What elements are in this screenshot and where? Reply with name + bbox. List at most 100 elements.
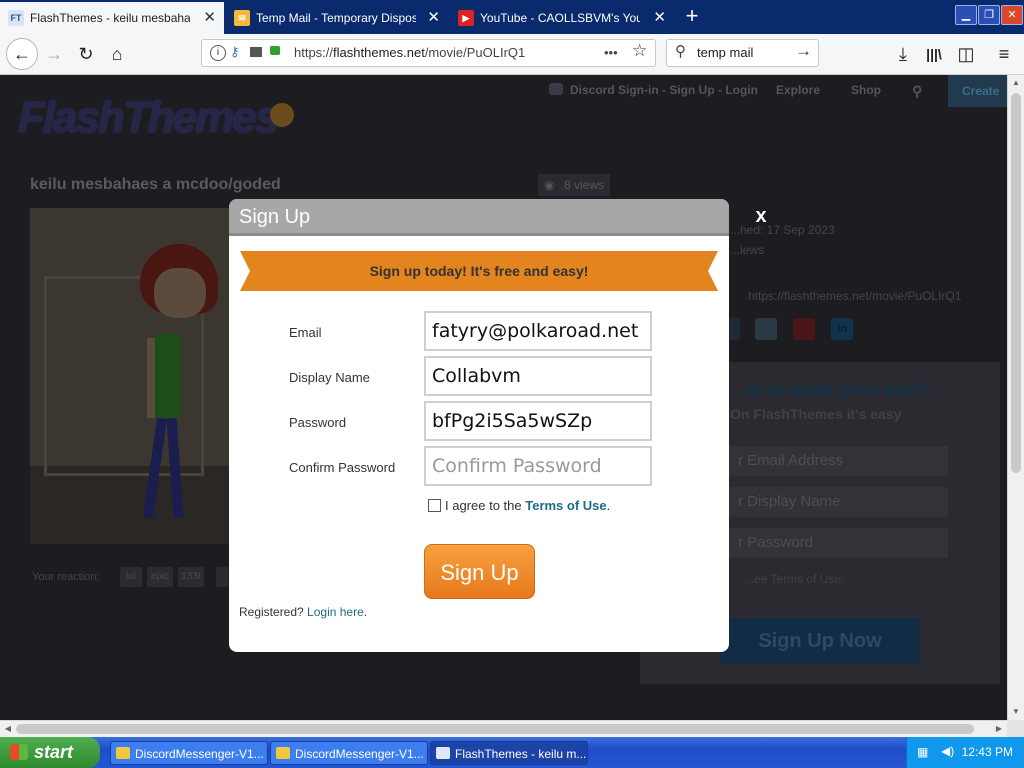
scroll-left-icon[interactable]: ◀ [0, 721, 16, 737]
reddit-icon[interactable] [755, 318, 777, 340]
tab-youtube[interactable]: ▶ YouTube - CAOLLSBVM's YouTube ✕ [450, 2, 674, 34]
linkedin-icon[interactable]: in [831, 318, 853, 340]
password-field[interactable]: bfPg2i5Sa5wSZp [424, 401, 652, 441]
tab-flashthemes[interactable]: FT FlashThemes - keilu mesbahaes a ✕ [0, 2, 224, 34]
tab-tempmail[interactable]: ✉ Temp Mail - Temporary Disposable ✕ [226, 2, 448, 34]
reaction-lol-button[interactable]: lol [120, 567, 142, 587]
agree-prefix: I agree to the [445, 498, 526, 513]
close-tab-icon[interactable]: ✕ [203, 2, 216, 34]
taskbar-item-label: DiscordMessenger-V1... [295, 747, 424, 761]
taskbar-item-label: FlashThemes - keilu m... [455, 747, 587, 761]
close-tab-icon[interactable]: ✕ [653, 2, 666, 34]
url-path: /movie/PuOLIrQ1 [424, 45, 526, 60]
search-box[interactable]: ⚲ temp mail → [666, 39, 819, 67]
modal-title: Sign Up [239, 206, 311, 228]
discord-sign-in-link[interactable]: Discord Sign-in - Sign Up - Login [570, 83, 758, 97]
terms-checkbox[interactable] [428, 499, 441, 512]
forward-arrow-icon: → [45, 44, 63, 64]
search-icon: ⚲ [675, 43, 686, 60]
tab-bar: FT FlashThemes - keilu mesbahaes a ✕ ✉ T… [0, 0, 1024, 34]
close-window-button[interactable]: ✕ [1001, 5, 1023, 25]
info-icon[interactable]: i [210, 45, 226, 61]
promo-signup-button[interactable]: Sign Up Now [720, 618, 920, 664]
signup-modal: Sign Up Sign up today! It's free and eas… [229, 199, 729, 652]
scroll-down-icon[interactable]: ▼ [1008, 704, 1024, 720]
site-search-icon[interactable]: ⚲ [912, 83, 922, 100]
search-go-icon[interactable]: → [795, 41, 812, 61]
hamburger-menu-icon: ≡ [998, 44, 1010, 64]
promo-password-field[interactable]: r Password [728, 528, 948, 558]
firefox-icon [436, 747, 450, 759]
create-button[interactable]: Create [948, 75, 1007, 107]
vertical-scrollbar[interactable]: ▲ ▼ [1007, 75, 1024, 720]
explore-link[interactable]: Explore [776, 83, 820, 97]
login-here-link[interactable]: Login here [307, 605, 364, 619]
promo-subheading: On FlashThemes it's easy [730, 406, 902, 422]
modal-close-button[interactable]: x [749, 205, 773, 228]
lock-icon[interactable] [270, 46, 280, 55]
confirm-password-field[interactable]: Confirm Password [424, 446, 652, 486]
terms-of-use-link[interactable]: Terms of Use [525, 498, 606, 513]
flashthemes-logo[interactable]: FlashThemes [18, 93, 279, 143]
reaction-more-button[interactable] [216, 567, 228, 587]
discord-icon [549, 83, 563, 95]
url-scheme: https:// [294, 45, 334, 60]
url-text[interactable]: https://flashthemes.net/movie/PuOLIrQ1 [294, 40, 525, 66]
reaction-leet-button[interactable]: 133t [178, 567, 204, 587]
ribbon-text: Sign up today! It's free and easy! [369, 263, 589, 279]
network-icon[interactable]: ▦ [917, 745, 928, 759]
promo-agree-text: ...ee Terms of Use. [744, 572, 845, 586]
taskbar-item-active[interactable]: FlashThemes - keilu m... [430, 741, 588, 765]
menu-button[interactable]: ≡ [990, 40, 1018, 68]
display-name-field[interactable]: Collabvm [424, 356, 652, 396]
home-button[interactable]: ⌂ [103, 40, 131, 68]
tab-title: FlashThemes - keilu mesbahaes a [30, 11, 190, 25]
back-button[interactable]: ← [6, 38, 38, 70]
scroll-thumb[interactable] [16, 724, 974, 734]
taskbar-item[interactable]: DiscordMessenger-V1... [110, 741, 268, 765]
back-arrow-icon: ← [13, 44, 31, 64]
taskbar-item[interactable]: DiscordMessenger-V1... [270, 741, 428, 765]
bookmark-star-icon[interactable]: ☆ [632, 41, 647, 61]
folder-icon [276, 747, 290, 759]
reload-button[interactable]: ↻ [72, 40, 100, 68]
start-button[interactable]: start [0, 737, 100, 768]
clock[interactable]: 12:43 PM [962, 737, 1013, 768]
address-bar[interactable]: i ⚷ https://flashthemes.net/movie/PuOLIr… [201, 39, 656, 67]
restore-button[interactable]: ❐ [978, 5, 1000, 25]
library-button[interactable]: |||\ [920, 40, 948, 68]
pinterest-icon[interactable] [793, 318, 815, 340]
email-label: Email [289, 325, 322, 340]
share-url[interactable]: https://flashthemes.net/movie/PuOLIrQ1 [748, 289, 961, 303]
reaction-epic-button[interactable]: epic [147, 567, 173, 587]
close-tab-icon[interactable]: ✕ [427, 2, 440, 34]
forward-button[interactable]: → [40, 40, 68, 68]
sidebar-button[interactable]: ◫ [952, 40, 980, 68]
new-tab-button[interactable]: + [680, 4, 704, 28]
scroll-right-icon[interactable]: ▶ [991, 721, 1007, 737]
downloads-button[interactable]: ⤓ [889, 40, 917, 68]
page-actions-icon[interactable]: ••• [604, 40, 618, 66]
agree-suffix: . [606, 498, 611, 513]
promo-email-field[interactable]: r Email Address [728, 446, 948, 476]
email-field[interactable]: fatyry@polkaroad.net [424, 311, 652, 351]
login-suffix: . [363, 605, 368, 619]
scroll-thumb[interactable] [1011, 93, 1021, 473]
tab-title: YouTube - CAOLLSBVM's YouTube [480, 11, 640, 25]
minimize-button[interactable]: ▁ [955, 5, 977, 25]
signup-submit-button[interactable]: Sign Up [424, 544, 535, 599]
key-icon[interactable]: ⚷ [230, 44, 240, 60]
window-icon [116, 747, 130, 759]
character-shirt [155, 334, 181, 418]
volume-icon[interactable]: ◀) [941, 744, 954, 758]
flashthemes-favicon-icon: FT [8, 10, 24, 26]
taskbar-item-label: DiscordMessenger-V1... [135, 747, 264, 761]
url-host: flashthemes.net [333, 45, 425, 60]
search-input[interactable]: temp mail [697, 40, 753, 66]
camera-permission-icon[interactable] [250, 47, 262, 57]
horizontal-scrollbar[interactable]: ◀ ▶ [0, 720, 1007, 737]
scroll-up-icon[interactable]: ▲ [1008, 75, 1024, 91]
shop-link[interactable]: Shop [851, 83, 881, 97]
movie-player[interactable] [30, 208, 230, 544]
promo-name-field[interactable]: r Display Name [728, 487, 948, 517]
